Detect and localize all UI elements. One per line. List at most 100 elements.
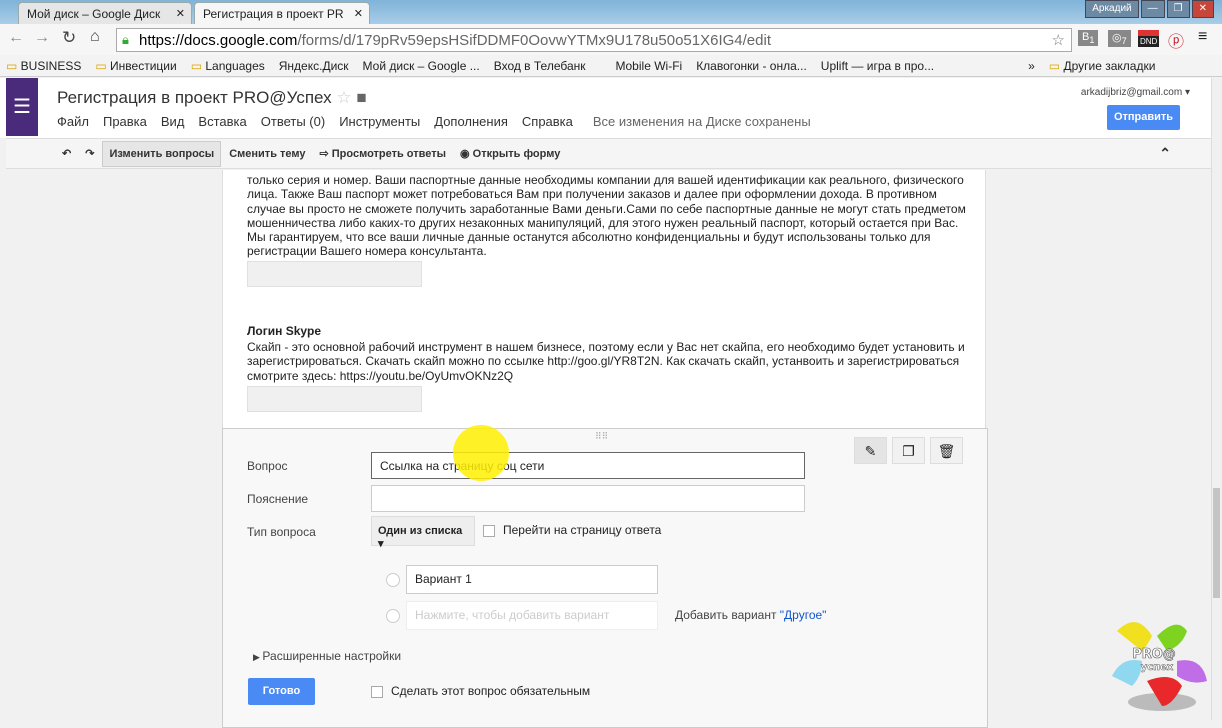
badge: 7 xyxy=(1121,36,1127,47)
forward-icon[interactable]: → xyxy=(34,29,50,47)
delete-trash-icon[interactable]: 🗑︎ xyxy=(930,437,963,464)
add-other-link[interactable]: "Другое" xyxy=(780,608,827,622)
done-button[interactable]: Готово xyxy=(248,678,315,705)
close-tab-icon[interactable]: ✕ xyxy=(176,7,185,20)
responses-icon: ⇨ xyxy=(319,148,332,160)
collapse-header-icon[interactable]: ⌃ xyxy=(1159,145,1171,162)
gmail-dnd-icon[interactable]: DND xyxy=(1138,30,1160,47)
scrollbar[interactable] xyxy=(1211,78,1222,720)
cursor-highlight xyxy=(453,425,509,481)
required-checkbox[interactable]: Сделать этот вопрос обязательным xyxy=(371,684,590,698)
passport-help-text: только серия и номер. Ваши паспортные да… xyxy=(247,173,966,259)
edit-pencil-icon[interactable]: ✎ xyxy=(854,437,887,464)
add-option-input[interactable]: Нажмите, чтобы добавить вариант xyxy=(406,601,658,630)
option-radio-icon xyxy=(386,609,400,623)
menu-tools[interactable]: Инструменты xyxy=(339,114,420,129)
reload-icon[interactable]: ↻ xyxy=(62,28,76,48)
expand-arrow-icon: ▶ xyxy=(253,652,263,662)
extension-circle-icon[interactable]: ◎7 xyxy=(1108,30,1131,48)
tab-google-drive[interactable]: Мой диск – Google Диск ✕ xyxy=(18,2,192,24)
menu-view[interactable]: Вид xyxy=(161,114,185,129)
add-other-option[interactable]: Добавить вариант "Другое" xyxy=(675,608,826,622)
help-text-input[interactable] xyxy=(371,485,805,512)
bookmark[interactable]: Uplift — игра в про... xyxy=(821,59,934,73)
lock-icon: 🔒︎ xyxy=(122,32,129,47)
svg-text:успех: успех xyxy=(1141,662,1174,673)
doc-title[interactable]: Регистрация в проект PRO@Успех ☆ ■ xyxy=(57,88,367,108)
bookmark[interactable]: Languages xyxy=(191,59,264,73)
home-icon[interactable]: ⌂ xyxy=(90,28,100,46)
tab-label: Регистрация в проект PR xyxy=(203,7,344,21)
menu-addons[interactable]: Дополнения xyxy=(434,114,508,129)
account-email[interactable]: arkadijbriz@gmail.com ▾ xyxy=(1081,87,1190,98)
duplicate-icon[interactable]: ❐ xyxy=(892,437,925,464)
bookmark[interactable]: Мой диск – Google ... xyxy=(363,59,480,73)
bookmarks-bar: BUSINESS Инвестиции Languages Яндекс.Дис… xyxy=(0,55,1222,77)
bookmark[interactable]: BUSINESS xyxy=(6,59,82,73)
advanced-settings-toggle[interactable]: ▶ Расширенные настройки xyxy=(253,649,401,663)
question-type-select[interactable]: Один из списка ▾ xyxy=(371,516,475,550)
bookmark[interactable]: Вход в Телебанк xyxy=(494,59,586,73)
menu-edit[interactable]: Правка xyxy=(103,114,147,129)
address-bar-row: ← → ↻ ⌂ 🔒︎ https://docs.google.com/forms… xyxy=(0,24,1222,55)
globe-icon: ◉ xyxy=(460,148,473,160)
label: Открыть форму xyxy=(472,148,561,160)
label: Просмотреть ответы xyxy=(331,148,447,160)
scrollbar-thumb[interactable] xyxy=(1213,488,1220,598)
browser-tab-bar: Мой диск – Google Диск ✕ Регистрация в пр… xyxy=(0,0,1222,24)
profile-button[interactable]: Аркадий xyxy=(1085,0,1139,18)
view-responses-button[interactable]: ⇨ Просмотреть ответы xyxy=(313,141,452,166)
form-editor: только серия и номер. Ваши паспортные да… xyxy=(222,170,988,728)
forms-menu-icon[interactable]: ☰ xyxy=(6,78,38,136)
option-1-input[interactable]: Вариант 1 xyxy=(406,565,658,594)
bookmark[interactable]: Клавогонки - онла... xyxy=(696,59,807,73)
goto-page-checkbox[interactable]: Перейти на страницу ответа xyxy=(483,523,661,537)
checkbox[interactable] xyxy=(371,685,383,698)
folder-icon[interactable]: ■ xyxy=(356,88,366,107)
change-theme-button[interactable]: Сменить тему xyxy=(223,142,311,166)
edit-questions-button[interactable]: Изменить вопросы xyxy=(102,140,222,167)
skype-question-title: Логин Skype xyxy=(247,324,322,338)
pinterest-icon[interactable]: ⓟ xyxy=(1168,28,1184,52)
close-window-icon[interactable]: ✕ xyxy=(1191,0,1214,18)
pro-uspeh-logo: PRO@ успех xyxy=(1112,622,1207,711)
menu-bar: Файл Правка Вид Вставка Ответы (0) Инстр… xyxy=(57,114,811,129)
email-text: arkadijbriz@gmail.com xyxy=(1080,87,1183,98)
title-text: Регистрация в проект PRO@Успех xyxy=(57,88,332,107)
star-icon[interactable]: ☆ xyxy=(336,88,351,107)
menu-responses[interactable]: Ответы (0) xyxy=(261,114,325,129)
undo-icon[interactable]: ↶ xyxy=(56,141,77,166)
save-status: Все изменения на Диске сохранены xyxy=(592,114,811,129)
star-icon[interactable]: ☆ xyxy=(1052,31,1065,49)
help-text-label: Пояснение xyxy=(247,492,309,506)
svg-text:PRO@: PRO@ xyxy=(1132,647,1176,662)
send-button[interactable]: Отправить xyxy=(1107,105,1180,130)
badge: 1 xyxy=(1089,35,1095,46)
chrome-menu-icon[interactable]: ≡ xyxy=(1198,28,1207,46)
other-bookmarks[interactable]: Другие закладки xyxy=(1049,59,1155,73)
menu-file[interactable]: Файл xyxy=(57,114,89,129)
url-host: https://docs.google.com xyxy=(139,32,298,49)
menu-help[interactable]: Справка xyxy=(522,114,573,129)
back-icon[interactable]: ← xyxy=(8,29,24,47)
more-bookmarks-icon[interactable]: » xyxy=(1028,59,1035,73)
advanced-label: Расширенные настройки xyxy=(262,649,402,663)
minimize-icon[interactable]: — xyxy=(1140,0,1165,18)
bookmark[interactable]: Инвестиции xyxy=(95,59,177,73)
tab-label: Мой диск – Google Диск xyxy=(27,7,161,21)
url-input[interactable]: 🔒︎ https://docs.google.com/forms/d/179pR… xyxy=(116,28,1072,52)
tab-form[interactable]: Регистрация в проект PR ✕ xyxy=(194,2,370,24)
checkbox[interactable] xyxy=(483,524,495,537)
extension-b-icon[interactable]: B1 xyxy=(1078,30,1099,47)
maximize-icon[interactable]: ❐ xyxy=(1166,0,1190,18)
forms-header: ☰ Регистрация в проект PRO@Успех ☆ ■ Фай… xyxy=(0,78,1222,138)
bookmark[interactable]: Яндекс.Диск xyxy=(279,59,349,73)
menu-insert[interactable]: Вставка xyxy=(198,114,246,129)
close-tab-icon[interactable]: ✕ xyxy=(354,7,363,20)
bookmark[interactable]: Mobile Wi-Fi xyxy=(616,59,683,73)
question-title-input[interactable]: Ссылка на страницу соц сети xyxy=(371,452,805,479)
open-form-button[interactable]: ◉ Открыть форму xyxy=(454,141,566,166)
drag-handle-icon[interactable]: ⠿⠿ xyxy=(595,431,608,442)
option-radio-icon xyxy=(386,573,400,587)
redo-icon[interactable]: ↷ xyxy=(79,141,100,166)
